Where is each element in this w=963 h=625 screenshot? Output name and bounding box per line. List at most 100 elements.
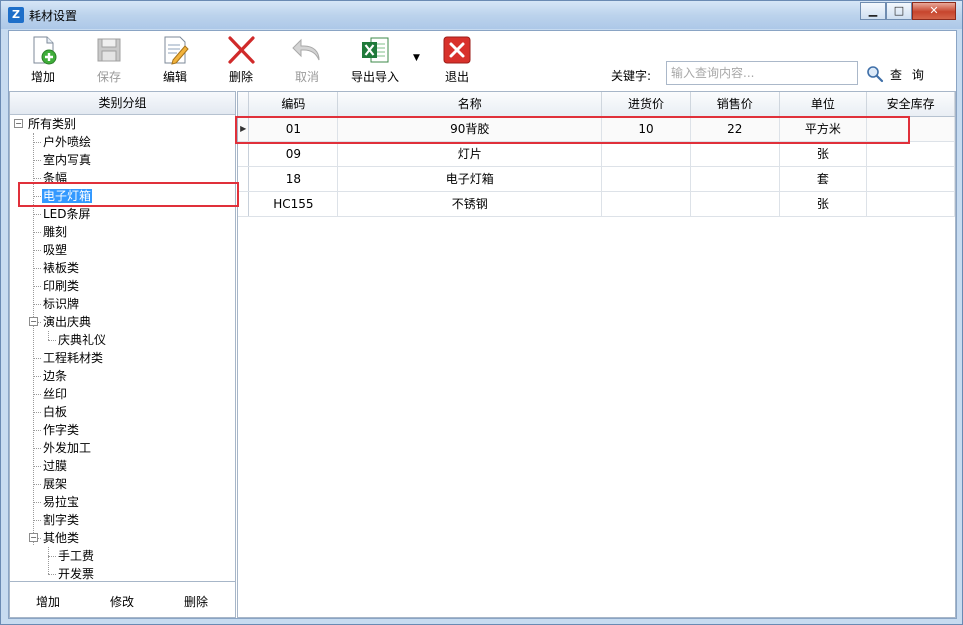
- cell-purchase-price[interactable]: [601, 141, 691, 167]
- close-button[interactable]: ✕: [912, 2, 956, 20]
- tree-node[interactable]: 电子灯箱: [42, 187, 93, 205]
- tree-connector: [33, 304, 41, 305]
- tree-node[interactable]: 过膜: [42, 457, 68, 475]
- tree-collapse-icon[interactable]: −: [29, 533, 38, 542]
- tree-node[interactable]: 条幅: [42, 169, 68, 187]
- col-header-sale-price[interactable]: 销售价: [690, 92, 780, 117]
- cell-unit[interactable]: 平方米: [779, 116, 868, 142]
- undo-arrow-icon: [292, 38, 320, 61]
- tree-node[interactable]: 其他类: [42, 529, 80, 547]
- export-import-button[interactable]: 导出导入: [347, 34, 403, 88]
- cell-safety-stock[interactable]: [866, 141, 955, 167]
- table-row[interactable]: 18 电子灯箱 套: [238, 166, 955, 192]
- keyword-input[interactable]: [666, 61, 858, 85]
- table-row[interactable]: 09 灯片 张: [238, 141, 955, 167]
- cell-sale-price[interactable]: 22: [690, 116, 780, 142]
- tree-root-label: 所有类别: [28, 117, 77, 131]
- table-row[interactable]: HC155 不锈钢 张: [238, 191, 955, 217]
- exit-button[interactable]: 退出: [437, 34, 477, 88]
- tree-connector: [33, 196, 41, 197]
- tree-node[interactable]: 展架: [42, 475, 68, 493]
- tree-node[interactable]: 庆典礼仪: [57, 331, 107, 349]
- tree-node[interactable]: 易拉宝: [42, 493, 80, 511]
- tree-node[interactable]: 边条: [42, 367, 68, 385]
- col-header-unit[interactable]: 单位: [779, 92, 868, 117]
- tree-node-label: 工程耗材类: [43, 351, 104, 365]
- cell-name[interactable]: 灯片: [337, 141, 603, 167]
- add-button[interactable]: 增加: [23, 34, 63, 88]
- row-header-corner: [238, 92, 250, 117]
- col-header-safety-stock[interactable]: 安全库存: [866, 92, 955, 117]
- cell-name[interactable]: 90背胶: [337, 116, 603, 142]
- tree-node[interactable]: 演出庆典: [42, 313, 92, 331]
- cell-code[interactable]: HC155: [248, 191, 339, 217]
- tree-connector: [33, 286, 41, 287]
- export-dropdown-arrow-icon[interactable]: ▼: [413, 53, 420, 63]
- tree-node-label: 外发加工: [43, 441, 92, 455]
- category-modify-button[interactable]: 修改: [110, 593, 134, 610]
- maximize-button[interactable]: □: [886, 2, 912, 20]
- tree-node[interactable]: 标识牌: [42, 295, 80, 313]
- cell-sale-price[interactable]: [690, 141, 780, 167]
- tree-node[interactable]: 雕刻: [42, 223, 68, 241]
- cell-unit[interactable]: 张: [779, 191, 868, 217]
- delete-button[interactable]: 删除: [221, 34, 261, 88]
- col-header-code[interactable]: 编码: [248, 92, 339, 117]
- tree-connector: [33, 394, 41, 395]
- cell-code[interactable]: 01: [248, 116, 339, 142]
- tree-node[interactable]: 室内写真: [42, 151, 92, 169]
- category-panel: 类别分组 − 所有类别 户外喷绘 室内写真 条幅 电子灯箱 LED条屏 雕刻 吸塑裱板类印刷…: [9, 91, 236, 618]
- cell-safety-stock[interactable]: [866, 191, 955, 217]
- cell-name[interactable]: 电子灯箱: [337, 166, 603, 192]
- cell-safety-stock[interactable]: [866, 116, 955, 142]
- tree-connector: [33, 376, 41, 377]
- cell-sale-price[interactable]: [690, 191, 780, 217]
- tree-node[interactable]: 作字类: [42, 421, 80, 439]
- category-delete-button[interactable]: 删除: [184, 593, 208, 610]
- tree-node-label: 割字类: [43, 513, 80, 527]
- edit-button[interactable]: 编辑: [155, 34, 195, 88]
- cell-purchase-price[interactable]: [601, 166, 691, 192]
- col-header-purchase-price[interactable]: 进货价: [601, 92, 691, 117]
- cell-name[interactable]: 不锈钢: [337, 191, 603, 217]
- tree-node[interactable]: 割字类: [42, 511, 80, 529]
- col-header-name[interactable]: 名称: [337, 92, 603, 117]
- category-add-button[interactable]: 增加: [36, 593, 60, 610]
- tree-node[interactable]: 丝印: [42, 385, 68, 403]
- tree-node[interactable]: 吸塑: [42, 241, 68, 259]
- cell-unit[interactable]: 套: [779, 166, 868, 192]
- cell-code[interactable]: 09: [248, 141, 339, 167]
- tree-node[interactable]: 外发加工: [42, 439, 92, 457]
- tree-root[interactable]: 所有类别: [27, 115, 77, 133]
- search-button[interactable]: 查 询: [866, 64, 927, 84]
- minimize-button[interactable]: ▁: [860, 2, 886, 20]
- tree-node[interactable]: 印刷类: [42, 277, 80, 295]
- row-header: [238, 141, 250, 167]
- tree-node[interactable]: 工程耗材类: [42, 349, 104, 367]
- cell-purchase-price[interactable]: 10: [601, 116, 691, 142]
- tree-collapse-icon[interactable]: −: [29, 317, 38, 326]
- tree-node[interactable]: 白板: [42, 403, 68, 421]
- tree-node[interactable]: 裱板类: [42, 259, 80, 277]
- tree-node-label: 裱板类: [43, 261, 80, 275]
- tree-node[interactable]: 开发票: [57, 565, 95, 581]
- tree-node[interactable]: 手工费: [57, 547, 95, 565]
- tree-connector: [48, 574, 56, 575]
- root-collapse-icon[interactable]: −: [14, 119, 23, 128]
- tree-node[interactable]: 户外喷绘: [42, 133, 92, 151]
- table-row[interactable]: ▶ 01 90背胶 10 22 平方米: [238, 116, 955, 142]
- category-tree[interactable]: − 所有类别 户外喷绘 室内写真 条幅 电子灯箱 LED条屏 雕刻 吸塑 裱板类 印刷类 标识牌 −…: [10, 115, 235, 581]
- tree-connector: [33, 358, 41, 359]
- cancel-button[interactable]: 取消: [287, 34, 327, 88]
- excel-icon: [362, 37, 389, 63]
- cell-safety-stock[interactable]: [866, 166, 955, 192]
- tree-node[interactable]: LED条屏: [42, 205, 92, 223]
- client-area: 增加 保存 编辑 删除 取消 导出导入 ▼ 退出 关键字: 输入查询内容... …: [8, 30, 957, 619]
- save-button[interactable]: 保存: [89, 34, 129, 88]
- cell-unit[interactable]: 张: [779, 141, 868, 167]
- title-bar[interactable]: Z 耗材设置 ▁ □ ✕: [1, 1, 962, 29]
- cell-sale-price[interactable]: [690, 166, 780, 192]
- category-panel-header: 类别分组: [10, 92, 235, 115]
- cell-code[interactable]: 18: [248, 166, 339, 192]
- cell-purchase-price[interactable]: [601, 191, 691, 217]
